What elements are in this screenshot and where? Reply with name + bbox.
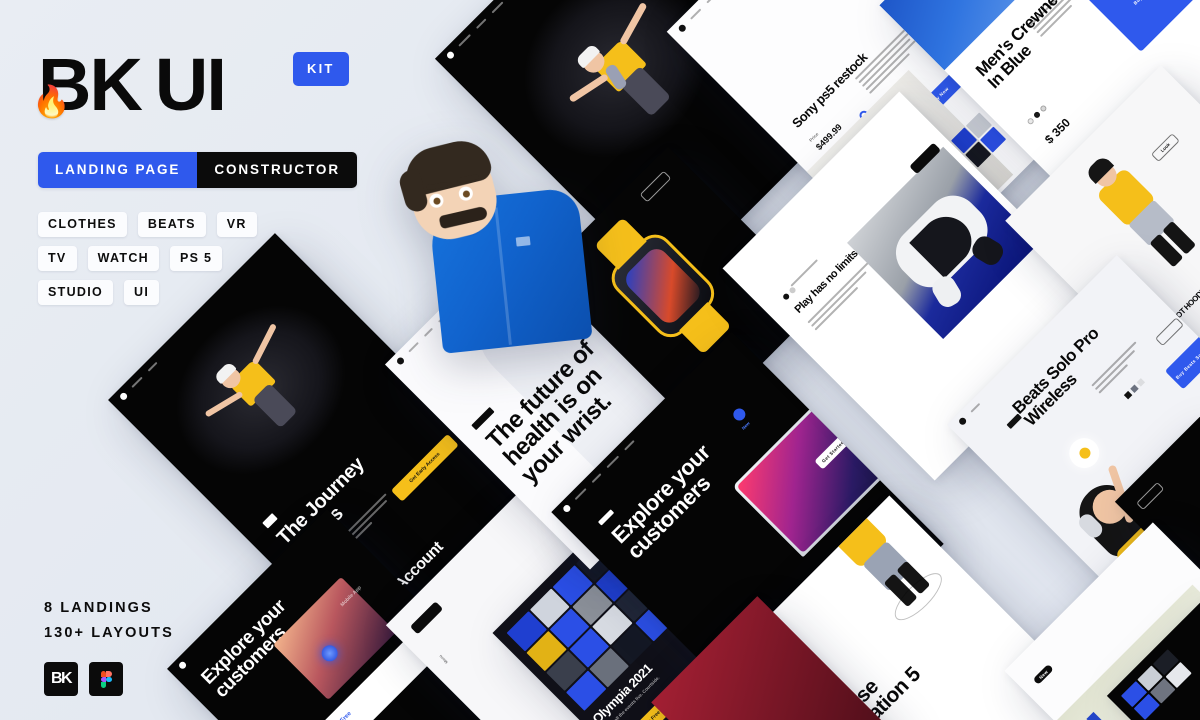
logo-ui: UI — [154, 43, 227, 126]
watch-cta[interactable] — [639, 170, 672, 203]
stats-block: 8 LANDINGS 130+ LAYOUTS BK — [44, 600, 174, 696]
bk-logo-icon: BK — [50, 670, 73, 687]
color-options[interactable] — [1123, 378, 1146, 400]
figma-icon — [100, 671, 112, 688]
category-tag-list: CLOTHES BEATS VR TV WATCH PS 5 STUDIO UI — [38, 212, 283, 305]
jacket-logo — [515, 236, 531, 247]
fire-icon: 🔥 — [32, 84, 71, 119]
accent-bar — [262, 513, 278, 529]
logo-lockup: 🔥 BK UI KIT — [32, 48, 378, 126]
segment-landing-page[interactable]: LANDING PAGE — [38, 152, 198, 188]
brand-dot-icon — [445, 49, 456, 60]
accent-dot-icon — [730, 406, 748, 423]
tag-ui[interactable]: UI — [124, 280, 160, 305]
look-button[interactable]: Look — [1150, 133, 1180, 163]
brand-dot-icon — [177, 659, 188, 670]
kit-badge: KIT — [293, 52, 349, 86]
sheet-label: Menu — [437, 653, 449, 665]
nav-line — [475, 18, 487, 30]
buy-beats-button[interactable]: Buy Beats Solo Pro — [1164, 331, 1200, 390]
presentation-canvas: Try VR The Journey Begins Get Early Acce… — [0, 0, 1200, 720]
size-swatches[interactable] — [1026, 104, 1048, 126]
nav-line — [491, 1, 504, 14]
badge-row: BK — [44, 662, 174, 696]
beats-secondary-button[interactable] — [1154, 317, 1184, 347]
tag-beats[interactable]: BEATS — [137, 212, 206, 237]
sheet-button[interactable] — [409, 601, 444, 635]
brand-dot-icon — [118, 391, 129, 402]
nav-line — [458, 33, 472, 47]
buy-now-button[interactable]: Buy Now / Checkout — [1085, 0, 1200, 52]
studio-badge[interactable]: New — [1032, 663, 1054, 685]
layouts-count: 130+ LAYOUTS — [44, 625, 174, 641]
tag-watch[interactable]: WATCH — [87, 246, 159, 271]
get-early-access-button[interactable]: Get Early Access — [390, 433, 459, 502]
tag-vr[interactable]: VR — [216, 212, 257, 237]
segment-constructor[interactable]: CONSTRUCTOR — [197, 152, 357, 188]
figma-badge[interactable] — [89, 662, 123, 696]
accent-bar — [597, 509, 615, 526]
segmented-banner: LANDING PAGE CONSTRUCTOR — [38, 152, 357, 188]
brand-badge[interactable]: BK — [44, 662, 78, 696]
new-badge: New — [740, 420, 751, 431]
tag-tv[interactable]: TV — [38, 246, 77, 271]
mockup-nav — [667, 0, 883, 43]
tag-clothes[interactable]: CLOTHES — [38, 212, 127, 237]
tag-studio[interactable]: STUDIO — [38, 280, 114, 305]
tag-ps5[interactable]: PS 5 — [169, 246, 223, 271]
promo-panel: 🔥 BK UI KIT LANDING PAGE CONSTRUCTOR CLOT… — [32, 48, 378, 305]
character-mascot — [387, 125, 598, 359]
strip-button[interactable] — [1136, 481, 1165, 511]
landings-count: 8 LANDINGS — [44, 600, 153, 616]
crewneck-price: $ 350 — [1041, 115, 1074, 147]
